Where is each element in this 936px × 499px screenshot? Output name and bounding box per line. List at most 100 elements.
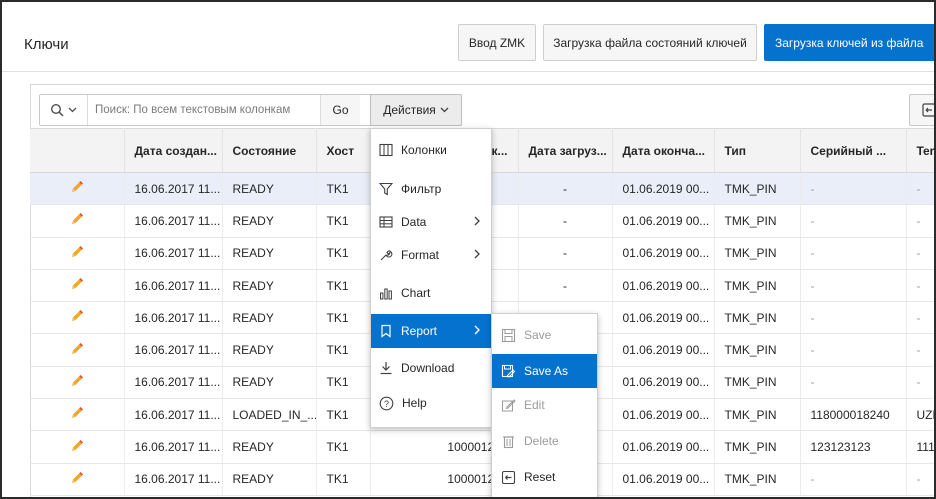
cell-type: TMK_PIN <box>714 172 801 206</box>
search-column-selector[interactable] <box>40 95 88 125</box>
pencil-icon[interactable] <box>69 373 85 389</box>
menu-item-label: Help <box>402 396 427 410</box>
cell-host: TK1 <box>316 172 371 206</box>
submenu-item-save-as[interactable]: Save As <box>492 354 597 388</box>
cell-host: TK1 <box>316 204 371 238</box>
chevron-down-icon <box>440 107 449 113</box>
cell-host: TK1 <box>316 301 371 335</box>
cell-terminal: - <box>906 204 934 238</box>
page-header: Ключи Ввод ZMK Загрузка файла состояний … <box>2 2 934 72</box>
actions-menu: Колонки Фильтр Data Format Chart Report … <box>370 128 492 428</box>
menu-item-data[interactable]: Data <box>371 205 491 239</box>
pencil-icon[interactable] <box>69 276 85 292</box>
cell-terminal: - <box>906 333 934 367</box>
chevron-right-icon <box>474 325 480 335</box>
cell-serial: 123123123 <box>800 430 907 464</box>
column-header-end-date[interactable]: Дата оконча... <box>612 128 715 173</box>
cell-type: TMK_PIN <box>714 269 801 303</box>
edit-cell[interactable] <box>30 172 125 206</box>
pencil-icon[interactable] <box>69 179 85 195</box>
edit-cell[interactable] <box>30 333 125 367</box>
pencil-icon[interactable] <box>69 211 85 227</box>
search-input[interactable] <box>93 95 318 125</box>
edit-cell[interactable] <box>30 269 125 303</box>
bookmark-icon <box>381 324 391 338</box>
column-header-state[interactable]: Состояние <box>222 128 317 173</box>
column-header-host[interactable]: Хост <box>316 128 371 173</box>
column-header-serial[interactable]: Серийный ... <box>800 128 907 173</box>
edit-cell[interactable] <box>30 398 125 432</box>
menu-item-report[interactable]: Report <box>371 314 491 348</box>
cell-end-date: 01.06.2019 00... <box>612 237 715 270</box>
save-icon <box>501 328 516 342</box>
cell-terminal: - <box>906 237 934 270</box>
cell-type: TMK_PIN <box>714 430 801 464</box>
upload-keys-button[interactable]: Загрузка ключей из файла <box>764 24 934 61</box>
column-header-loaded-date[interactable]: Дата загруз... <box>518 128 613 173</box>
header-divider <box>2 71 934 72</box>
pencil-icon[interactable] <box>69 405 85 421</box>
go-button[interactable]: Go <box>320 95 360 125</box>
cell-serial: - <box>800 269 907 303</box>
submenu-item-label: Save As <box>524 364 569 378</box>
upload-key-states-button[interactable]: Загрузка файла состояний ключей <box>543 24 757 61</box>
table-row[interactable]: 16.06.2017 11... READY TK1 100001237 01.06.2… <box>30 463 934 496</box>
reset-report-button[interactable] <box>909 94 934 126</box>
menu-item-format[interactable]: Format <box>371 238 491 272</box>
cell-loaded-date: - <box>518 172 613 206</box>
cell-end-date: 01.06.2019 00... <box>612 463 715 496</box>
svg-text:?: ? <box>384 399 389 409</box>
column-header-type[interactable]: Тип <box>714 128 801 173</box>
cell-type: TMK_PIN <box>714 237 801 270</box>
edit-cell[interactable] <box>30 366 125 400</box>
menu-item-help[interactable]: ? Help <box>371 386 491 420</box>
cell-created: 16.06.2017 11... <box>124 237 223 270</box>
cell-type: TMK_PIN <box>714 333 801 367</box>
menu-item-chart[interactable]: Chart <box>371 276 491 310</box>
pencil-icon[interactable] <box>69 470 85 486</box>
column-header-terminal[interactable]: Terr <box>906 128 934 173</box>
submenu-item-delete[interactable]: Delete <box>492 424 597 458</box>
page-title: Ключи <box>24 36 69 53</box>
pencil-icon[interactable] <box>69 308 85 324</box>
cell-serial: - <box>800 172 907 206</box>
cell-end-date: 01.06.2019 00... <box>612 366 715 400</box>
menu-item-columns[interactable]: Колонки <box>371 133 491 167</box>
pencil-icon[interactable] <box>69 341 85 357</box>
pencil-icon[interactable] <box>69 244 85 260</box>
submenu-item-reset[interactable]: Reset <box>492 460 597 494</box>
cell-serial: 118000018240 <box>800 398 907 432</box>
actions-button[interactable]: Действия <box>370 94 462 126</box>
column-header-created[interactable]: Дата создан... <box>124 128 223 173</box>
submenu-item-edit[interactable]: Edit <box>492 388 597 422</box>
edit-icon <box>502 398 516 411</box>
cell-type: TMK_PIN <box>714 398 801 432</box>
cell-terminal: - <box>906 269 934 303</box>
cell-end-date: 01.06.2019 00... <box>612 172 715 206</box>
menu-item-label: Chart <box>401 286 431 300</box>
cell-end-date: 01.06.2019 00... <box>612 398 715 432</box>
edit-cell[interactable] <box>30 301 125 335</box>
cell-serial: - <box>800 301 907 335</box>
submenu-item-save[interactable]: Save <box>492 318 597 352</box>
edit-cell[interactable] <box>30 204 125 238</box>
table-row[interactable]: 16.06.2017 11... READY TK1 100001238 01.06.2… <box>30 430 934 464</box>
menu-item-label: Фильтр <box>401 182 442 196</box>
cell-host: TK1 <box>316 366 371 400</box>
wrench-icon <box>380 250 393 261</box>
cell-created: 16.06.2017 11... <box>124 398 223 432</box>
cell-end-date: 01.06.2019 00... <box>612 430 715 464</box>
cell-end-date: 01.06.2019 00... <box>612 269 715 303</box>
cell-end-date: 01.06.2019 00... <box>612 204 715 238</box>
edit-cell[interactable] <box>30 463 125 496</box>
cell-created: 16.06.2017 11... <box>124 366 223 400</box>
menu-item-filter[interactable]: Фильтр <box>371 172 491 206</box>
actions-label: Действия <box>383 103 436 117</box>
report-submenu: Save Save As Edit Delete Reset <box>491 313 598 497</box>
pencil-icon[interactable] <box>69 438 85 454</box>
help-icon: ? <box>379 396 394 410</box>
enter-zmk-button[interactable]: Ввод ZMK <box>458 24 536 61</box>
menu-item-download[interactable]: Download <box>371 351 491 385</box>
edit-cell[interactable] <box>30 430 125 464</box>
edit-cell[interactable] <box>30 237 125 270</box>
